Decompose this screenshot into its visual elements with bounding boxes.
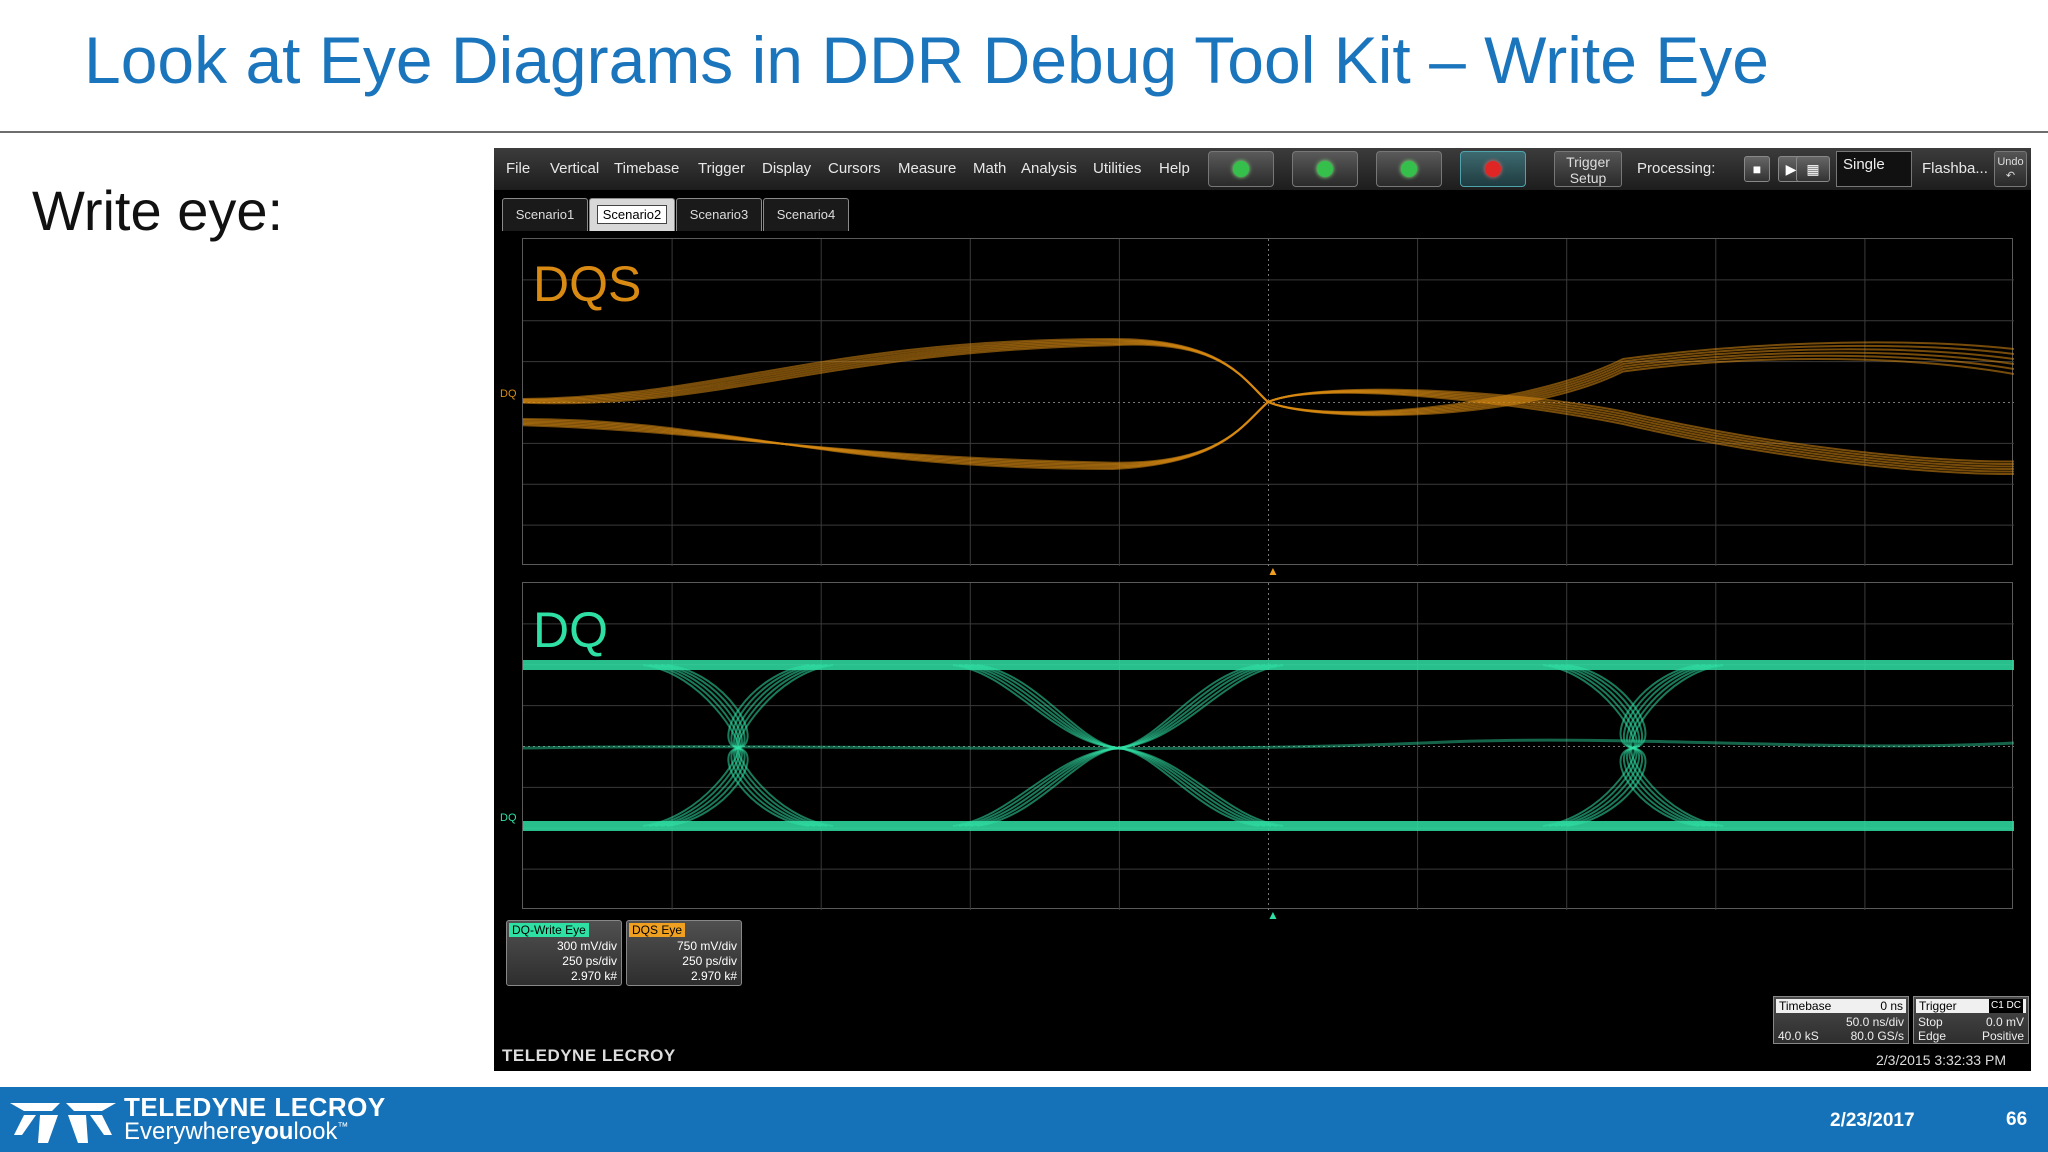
trigger-channel: C1 DC [1988, 999, 2023, 1013]
stop-trigger-button[interactable] [1460, 151, 1526, 187]
dqs-trace-label: DQS [533, 256, 642, 312]
stop-icon [1485, 161, 1501, 177]
dq-eye-transition [1548, 664, 1718, 827]
dq-eye-transition [1566, 664, 1700, 827]
scenario-tabs: Scenario1 Scenario2 Scenario3 Scenario4 [494, 198, 2031, 234]
oscilloscope-window: File Vertical Timebase Trigger Display C… [494, 148, 2031, 1071]
scope-brand-logo: TELEDYNE LECROY [502, 1046, 676, 1065]
descriptor-hdiv: 250 ps/div [562, 954, 617, 968]
dqs-eye-plot [523, 239, 2014, 566]
dq-eye-transition [952, 664, 1284, 827]
dq-eye-transition [1548, 664, 1718, 827]
trigger-setup-button[interactable]: Trigger Setup [1554, 151, 1622, 187]
dq-trace-label: DQ [533, 602, 608, 658]
normal-icon [1401, 161, 1417, 177]
dq-write-eye-descriptor[interactable]: DQ-Write Eye 300 mV/div 250 ps/div 2.970… [506, 920, 622, 986]
dqs-eye-descriptor[interactable]: DQS Eye 750 mV/div 250 ps/div 2.970 k# [626, 920, 742, 986]
timebase-label: Timebase [1779, 999, 1832, 1013]
trigger-level: 0.0 mV [1985, 1015, 2024, 1029]
dqs-eye-grid[interactable]: DQS [522, 238, 2014, 566]
page-number: 66 [2006, 1109, 2028, 1130]
timebase-rate: 80.0 GS/s [1850, 1029, 1904, 1043]
undo-label: Undo [1997, 156, 2024, 168]
tagline-trademark: ™ [337, 1121, 349, 1133]
processing-stop-button[interactable]: ■ [1744, 156, 1770, 182]
descriptor-hdiv: 250 ps/div [682, 954, 737, 968]
menu-trigger[interactable]: Trigger [698, 160, 745, 177]
normal-trigger-button[interactable] [1376, 151, 1442, 187]
tagline-part1: Everywhere [124, 1118, 251, 1145]
slide-footer: TELEDYNE LECROY Everywhereyoulook™ 2/23/… [0, 1087, 2048, 1152]
menu-math[interactable]: Math [973, 160, 1006, 177]
dq-eye-transition [1560, 664, 1706, 827]
dq-eye-transition [1554, 664, 1712, 827]
trigger-position-marker: ▲ [1267, 564, 1279, 578]
menu-cursors[interactable]: Cursors [828, 160, 881, 177]
dq-eye-transition [1542, 664, 1724, 827]
timebase-tdiv: 50.0 ns/div [1845, 1015, 1904, 1029]
descriptor-name: DQ-Write Eye [509, 923, 589, 937]
trigger-mode: Stop [1918, 1015, 1943, 1029]
footer-date: 2/23/2017 [1830, 1110, 1915, 1131]
dq-eye-transition [952, 664, 1284, 827]
trigger-setup-line2: Setup [1569, 170, 1607, 186]
menu-timebase[interactable]: Timebase [614, 160, 679, 177]
menu-display[interactable]: Display [762, 160, 811, 177]
tab-scenario4[interactable]: Scenario4 [763, 198, 849, 231]
flashback-button[interactable]: Flashba... [1922, 160, 1988, 177]
dqs-channel-marker: DQ [500, 388, 517, 400]
dq-trigger-marker: ▲ [1267, 908, 1279, 922]
trigger-setup-line1: Trigger [1566, 154, 1610, 170]
bullet-text: Write eye: [32, 179, 284, 242]
undo-icon: ↶ [2005, 170, 2016, 182]
menu-help[interactable]: Help [1159, 160, 1190, 177]
footer-logo-tagline: Everywhereyoulook™ [124, 1118, 348, 1146]
menu-measure[interactable]: Measure [898, 160, 956, 177]
tagline-part3: look [293, 1118, 338, 1145]
processing-label: Processing: [1637, 160, 1716, 177]
trigger-slope: Positive [1981, 1029, 2024, 1043]
undo-button[interactable]: Undo ↶ [1994, 151, 2027, 187]
timebase-header: Timebase 0 ns [1776, 999, 1906, 1013]
dq-channel-marker: DQ [500, 812, 517, 824]
descriptor-vdiv: 300 mV/div [556, 939, 617, 953]
tab-scenario2-label: Scenario2 [596, 205, 668, 224]
dq-eye-transition [1554, 664, 1712, 827]
tagline-part2: you [250, 1118, 294, 1145]
tab-scenario2[interactable]: Scenario2 [589, 198, 675, 231]
auto-icon [1317, 161, 1333, 177]
menu-utilities[interactable]: Utilities [1093, 160, 1141, 177]
auto-setup-button[interactable] [1208, 151, 1274, 187]
descriptor-name: DQS Eye [629, 923, 686, 937]
menu-vertical[interactable]: Vertical [550, 160, 599, 177]
acquisition-timestamp: 2/3/2015 3:32:33 PM [1876, 1052, 2006, 1068]
title-divider [0, 131, 2048, 133]
dq-eye-grid[interactable]: DQ [522, 582, 2014, 910]
timebase-descriptor[interactable]: Timebase 0 ns 50.0 ns/div 40.0 kS 80.0 GS… [1773, 996, 1909, 1044]
tab-scenario3[interactable]: Scenario3 [676, 198, 762, 231]
auto-setup-icon [1233, 161, 1249, 177]
dq-eye-plot [523, 583, 2014, 910]
dq-eye-transition [1542, 664, 1724, 827]
descriptor-vdiv: 750 mV/div [676, 939, 737, 953]
trigger-header: Trigger C1 DC [1916, 999, 2026, 1013]
tab-scenario1[interactable]: Scenario1 [502, 198, 588, 231]
menu-analysis[interactable]: Analysis [1021, 160, 1077, 177]
trigger-descriptor[interactable]: Trigger C1 DC Stop 0.0 mV Edge Positive [1913, 996, 2029, 1044]
trigger-label: Trigger [1919, 999, 1957, 1013]
timebase-delay: 0 ns [1880, 999, 1903, 1013]
layout-grid-button[interactable]: ▦ [1796, 156, 1830, 182]
dq-eye-transition [1566, 664, 1700, 827]
timebase-samples: 40.0 kS [1778, 1029, 1819, 1043]
teledyne-logo-icon [10, 1103, 116, 1143]
trigger-type: Edge [1918, 1029, 1947, 1043]
descriptor-count: 2.970 k# [570, 969, 617, 983]
single-trigger-button[interactable]: Single [1836, 151, 1912, 187]
scope-menubar: File Vertical Timebase Trigger Display C… [494, 148, 2031, 190]
dq-eye-transition [1560, 664, 1706, 827]
menu-file[interactable]: File [506, 160, 530, 177]
descriptor-count: 2.970 k# [690, 969, 737, 983]
slide-title: Look at Eye Diagrams in DDR Debug Tool K… [84, 23, 1769, 97]
auto-trigger-button[interactable] [1292, 151, 1358, 187]
